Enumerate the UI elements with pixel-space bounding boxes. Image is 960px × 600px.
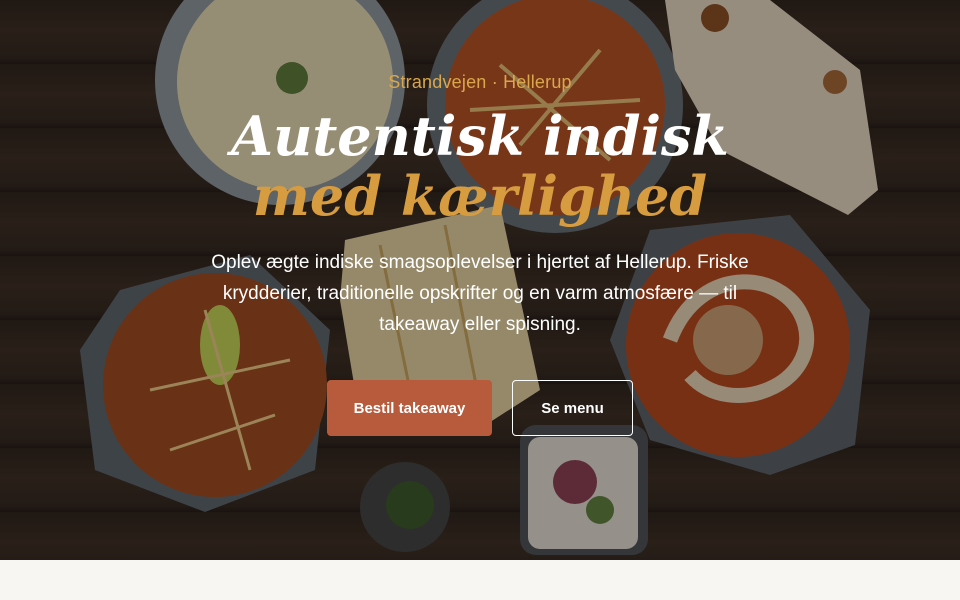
hero-title-line-2: med kærlighed xyxy=(252,164,708,228)
location-eyebrow: Strandvejen · Hellerup xyxy=(388,72,572,92)
hero-description: Oplev ægte indiske smagsoplevelser i hje… xyxy=(211,252,749,335)
hero-title-line-1: Autentisk indisk xyxy=(231,104,729,168)
see-menu-button[interactable]: Se menu xyxy=(512,380,633,436)
order-takeaway-button[interactable]: Bestil takeaway xyxy=(327,380,492,436)
hero-content: Strandvejen · Hellerup Autentisk indisk … xyxy=(0,0,960,560)
hero-section: Strandvejen · Hellerup Autentisk indisk … xyxy=(0,0,960,560)
next-section-strip xyxy=(0,560,960,600)
